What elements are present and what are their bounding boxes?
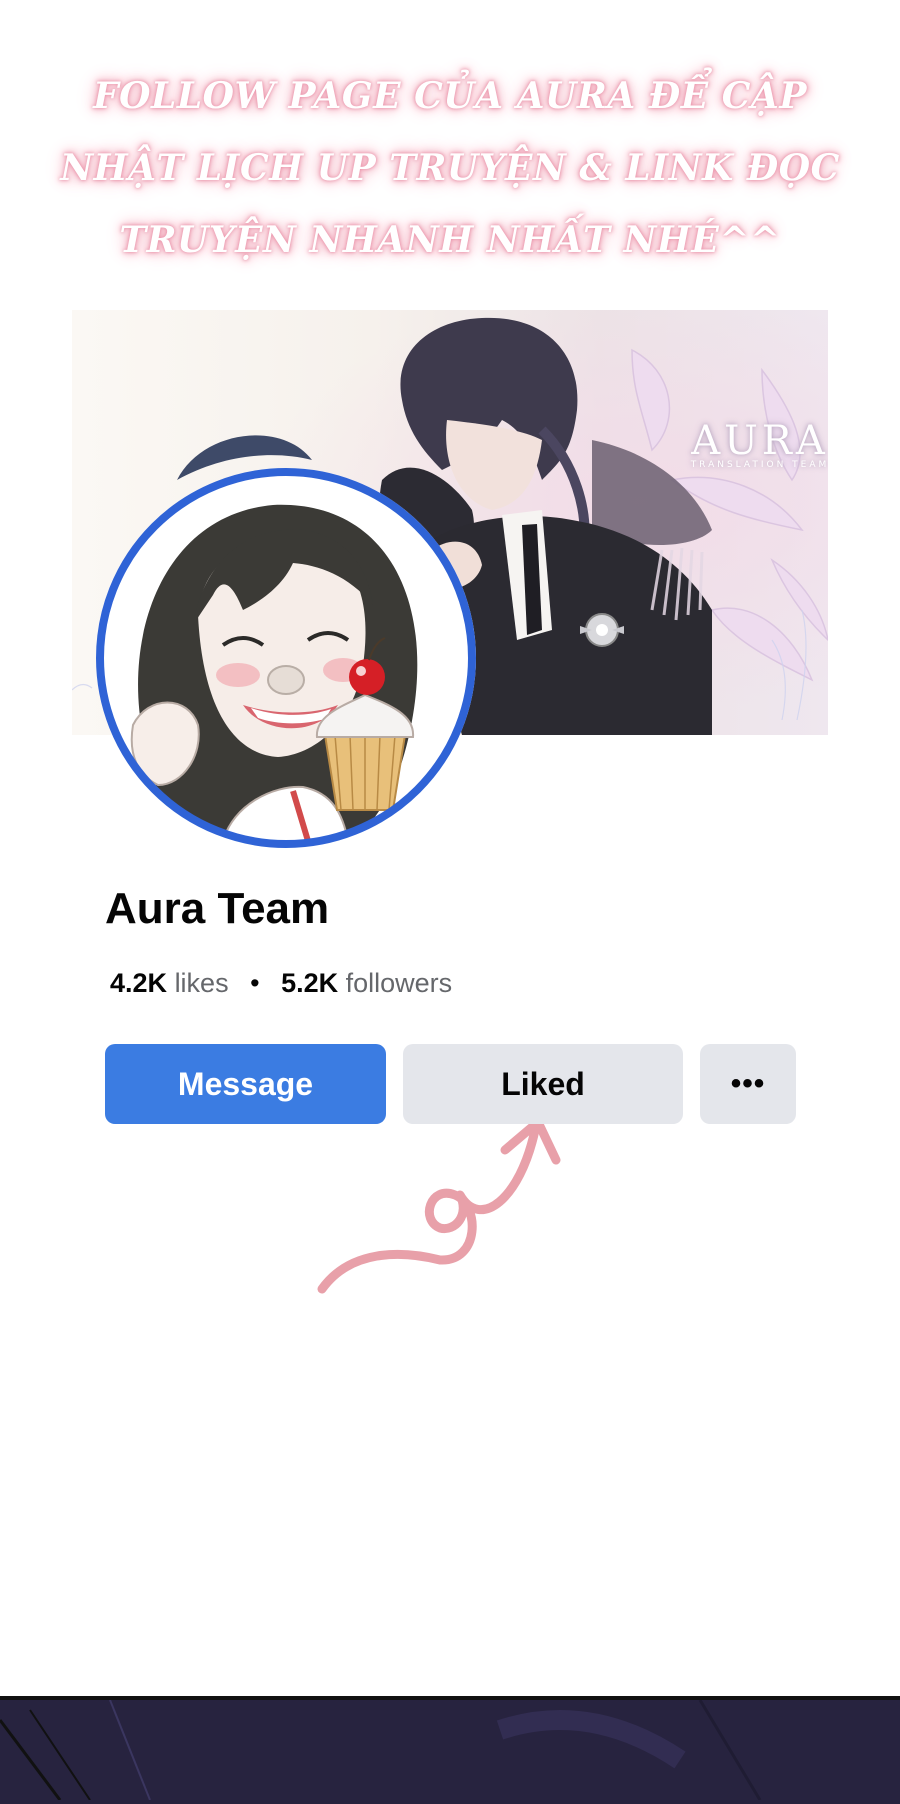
- more-horizontal-icon: •••: [730, 1067, 766, 1100]
- aura-logo-text: AURA: [691, 418, 828, 464]
- likes-count: 4.2K: [110, 968, 168, 998]
- aura-logo-subtitle: TRANSLATION TEAM: [690, 460, 828, 470]
- followers-label: followers: [345, 968, 453, 998]
- page-title: Aura Team: [105, 884, 330, 933]
- more-button[interactable]: •••: [700, 1044, 796, 1124]
- liked-button[interactable]: Liked: [403, 1044, 683, 1124]
- page-stats: 4.2K likes • 5.2K followers: [110, 968, 452, 999]
- followers-count: 5.2K: [281, 968, 339, 998]
- promo-banner-line-3: TRUYỆN NHANH NHẤT NHÉ^^: [119, 219, 781, 261]
- avatar-illustration: [103, 475, 469, 841]
- next-panel-strip: [0, 1696, 900, 1804]
- next-panel-illustration: [0, 1700, 900, 1800]
- likes-label: likes: [174, 968, 229, 998]
- promo-banner-line-1: FOLLOW PAGE CỦA AURA ĐỂ CẬP: [93, 75, 807, 117]
- aura-logo: AURA TRANSLATION TEAM: [690, 418, 828, 470]
- promo-banner: FOLLOW PAGE CỦA AURA ĐỂ CẬP NHẬT LỊCH UP…: [0, 60, 900, 276]
- avatar[interactable]: [103, 475, 469, 841]
- stats-separator: •: [250, 968, 260, 998]
- message-button[interactable]: Message: [105, 1044, 386, 1124]
- promo-banner-line-2: NHẬT LỊCH UP TRUYỆN & LINK ĐỌC: [60, 147, 840, 189]
